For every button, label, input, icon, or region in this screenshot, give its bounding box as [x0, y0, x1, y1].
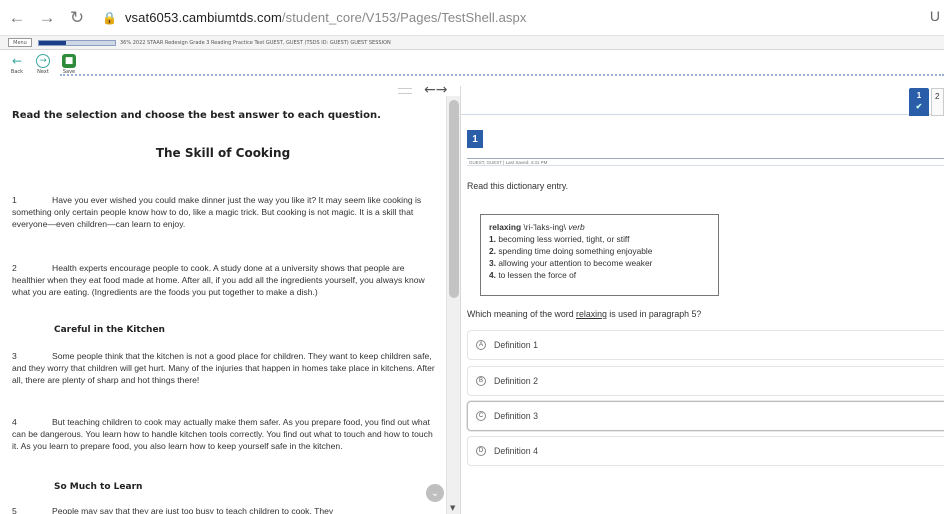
profile-icon[interactable]: U: [930, 8, 940, 24]
question-header-line: [461, 114, 944, 115]
paragraph: 4 But teaching children to cook may actu…: [12, 416, 436, 453]
option-label: Definition 4: [494, 446, 539, 456]
scroll-down-icon[interactable]: ▼: [450, 504, 455, 512]
definition-text: spending time doing something enjoyable: [498, 246, 653, 256]
url-domain: vsat6053.cambiumtds.com: [124, 10, 282, 25]
pane-handle[interactable]: [398, 88, 412, 94]
browser-forward-button[interactable]: →: [34, 5, 60, 31]
test-info-text: 36% 2022 STAAR Redesign Grade 3 Reading …: [120, 39, 391, 46]
save-icon: ■: [62, 53, 76, 68]
paragraph-text: Some people think that the kitchen is no…: [12, 351, 435, 386]
definition: 3. allowing your attention to become wea…: [489, 257, 710, 269]
question-pane: 1 ✔ 2 1 GUEST, GUEST | Last Saved: 4:31 …: [461, 86, 944, 514]
answer-option-a[interactable]: A Definition 1: [467, 330, 944, 360]
answer-option-b[interactable]: B Definition 2: [467, 366, 944, 396]
definition-text: becoming less worried, tight, or stiff: [498, 234, 630, 244]
back-arrow-icon: ←: [10, 53, 24, 68]
definition-number: 2.: [489, 246, 496, 256]
passage-scrollbar[interactable]: ▼: [446, 96, 460, 514]
paragraph: 2 Health experts encourage people to coo…: [12, 262, 436, 299]
question-tab-2[interactable]: 2: [931, 88, 944, 116]
option-letter: D: [476, 446, 486, 456]
question-tab-1[interactable]: 1 ✔: [909, 88, 929, 116]
definition-number: 3.: [489, 258, 496, 268]
next-label: Next: [37, 68, 49, 75]
paragraph-text: Have you ever wished you could make dinn…: [12, 195, 422, 230]
paragraph-number: 1: [12, 195, 17, 205]
back-label: Back: [10, 68, 24, 75]
next-arrow-icon: →: [36, 53, 50, 68]
stem-text: Which meaning of the word: [467, 309, 577, 319]
paragraph-number: 4: [12, 417, 17, 427]
part-of-speech: verb: [568, 222, 585, 232]
section-heading: So Much to Learn: [54, 482, 143, 492]
passage-title: The Skill of Cooking: [155, 146, 291, 160]
option-letter: C: [476, 411, 486, 421]
lock-icon: 🔒: [102, 10, 117, 25]
passage-pane: Read the selection and choose the best a…: [0, 96, 446, 514]
question-meta: GUEST, GUEST | Last Saved: 4:31 PM: [467, 158, 944, 166]
stem-text: is used in paragraph 5?: [606, 309, 702, 319]
arrow-left-icon: ←: [8, 7, 26, 27]
paragraph-number: 3: [12, 351, 17, 361]
pronunciation: \ri-'laks-ing\: [523, 222, 567, 232]
progress-fill: [39, 40, 67, 45]
paragraph: 3 Some people think that the kitchen is …: [12, 350, 436, 387]
test-progress-bar: [38, 39, 116, 46]
option-letter: B: [476, 376, 486, 386]
definition: 2. spending time doing something enjoyab…: [489, 245, 710, 257]
definition: 1. becoming less worried, tight, or stif…: [489, 233, 710, 245]
definition-number: 4.: [489, 270, 496, 280]
address-bar[interactable]: vsat6053.cambiumtds.com/student_core/V15…: [125, 10, 527, 25]
dictionary-entry: relaxing \ri-'laks-ing\ verb 1. becoming…: [480, 214, 719, 296]
paragraph-text: People may say that they are just too bu…: [52, 506, 334, 514]
browser-toolbar: ← → ↻ 🔒 vsat6053.cambiumtds.com/student_…: [0, 0, 944, 36]
dictionary-headword: relaxing \ri-'laks-ing\ verb: [489, 221, 710, 233]
option-label: Definition 1: [494, 340, 539, 350]
paragraph-number: 2: [12, 263, 17, 273]
section-heading: Careful in the Kitchen: [54, 325, 165, 335]
check-icon: ✔: [915, 102, 923, 111]
url-path: /student_core/V153/Pages/TestShell.aspx: [281, 10, 527, 25]
answer-option-c[interactable]: C Definition 3: [467, 401, 944, 431]
test-info-bar: Menu 36% 2022 STAAR Redesign Grade 3 Rea…: [0, 36, 944, 50]
paragraph: 5 People may say that they are just too …: [12, 505, 436, 514]
option-label: Definition 3: [494, 411, 539, 421]
question-prompt: Read this dictionary entry.: [467, 181, 569, 191]
next-tool[interactable]: → Next: [34, 53, 52, 75]
paragraph-text: But teaching children to cook may actual…: [12, 417, 433, 452]
toolbar-divider: [60, 74, 944, 77]
reload-icon: ↻: [69, 7, 85, 27]
option-label: Definition 2: [494, 376, 539, 386]
browser-reload-button[interactable]: ↻: [64, 5, 90, 31]
back-tool[interactable]: ← Back: [8, 53, 26, 75]
scrollbar-thumb[interactable]: [449, 100, 459, 298]
paragraph-text: Health experts encourage people to cook.…: [12, 263, 425, 298]
chevron-down-icon[interactable]: ⌄: [426, 484, 444, 502]
headword: relaxing: [489, 222, 522, 232]
definition-text: to lessen the force of: [498, 270, 577, 280]
question-number: 1: [467, 130, 483, 148]
stem-target-word: relaxing: [576, 309, 607, 319]
paragraph-number: 5: [12, 506, 17, 514]
passage-instructions: Read the selection and choose the best a…: [12, 110, 381, 121]
answer-option-d[interactable]: D Definition 4: [467, 436, 944, 466]
save-tool[interactable]: ■ Save: [60, 53, 78, 75]
paragraph: 1 Have you ever wished you could make di…: [12, 194, 436, 231]
definition: 4. to lessen the force of: [489, 269, 710, 281]
definition-text: allowing your attention to become weaker: [498, 258, 653, 268]
question-tab-number: 1: [916, 91, 922, 100]
menu-button[interactable]: Menu: [8, 38, 32, 47]
arrow-right-icon: →: [38, 7, 56, 27]
question-stem: Which meaning of the word relaxing is us…: [467, 309, 701, 319]
browser-back-button[interactable]: ←: [4, 5, 30, 31]
option-letter: A: [476, 340, 486, 350]
definition-number: 1.: [489, 234, 496, 244]
